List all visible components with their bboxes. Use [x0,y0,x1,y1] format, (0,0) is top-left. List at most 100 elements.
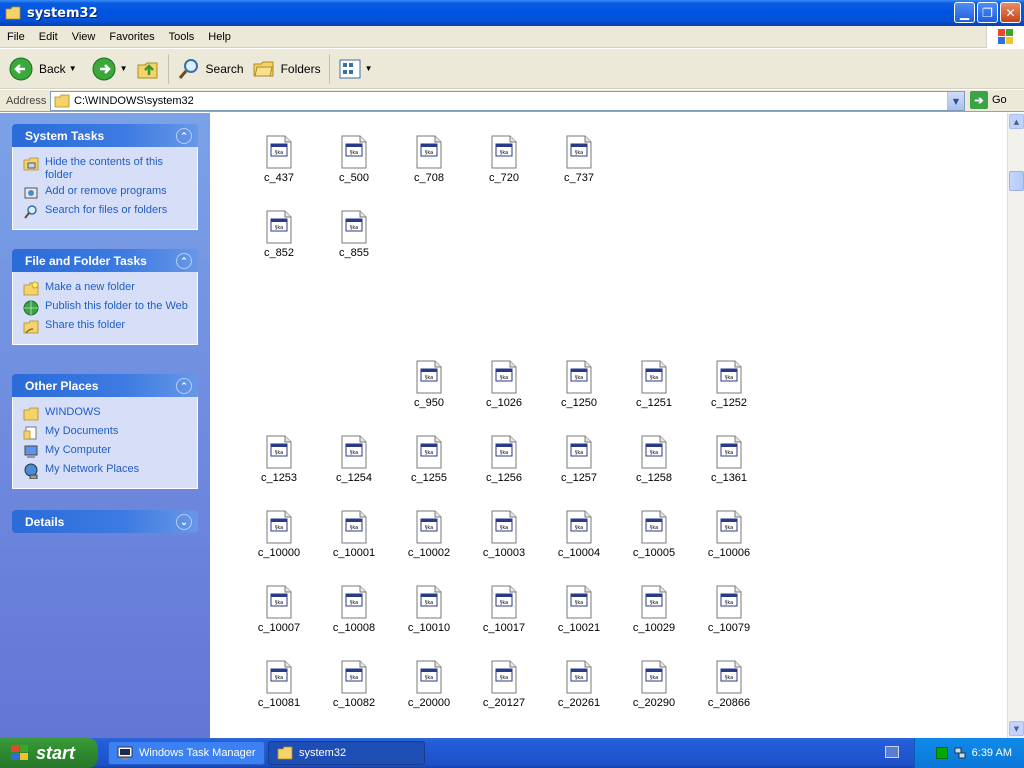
file-item[interactable]: §ka c_10008 [319,585,389,634]
menu-edit[interactable]: Edit [32,31,65,43]
svg-text:§ka: §ka [350,600,358,606]
file-item[interactable]: §ka c_10082 [319,660,389,709]
file-item[interactable]: §ka c_737 [544,135,614,184]
expand-icon[interactable]: ⌄ [176,514,192,530]
file-item[interactable]: §ka c_20261 [544,660,614,709]
file-item[interactable]: §ka c_720 [469,135,539,184]
file-item[interactable]: §ka c_10004 [544,510,614,559]
file-item[interactable]: §ka c_855 [319,210,389,259]
start-button[interactable]: start [0,738,98,768]
file-item[interactable]: §ka c_708 [394,135,464,184]
back-button[interactable]: Back ▼ [4,52,81,86]
file-list-view[interactable]: §ka c_437 §ka c_500 §ka c_708 §ka c_720 §ka c_737… [210,113,1007,738]
file-item[interactable]: §ka c_1253 [244,435,314,484]
file-item[interactable]: §ka c_10006 [694,510,764,559]
file-item[interactable]: §ka c_10017 [469,585,539,634]
file-item[interactable]: §ka c_1251 [619,360,689,409]
file-item[interactable]: §ka c_500 [319,135,389,184]
task-add-remove-programs[interactable]: Add or remove programs [23,185,191,201]
file-item[interactable]: §ka c_10005 [619,510,689,559]
file-folder-tasks-header[interactable]: File and Folder Tasks ⌃ [12,249,198,272]
taskbar-item-task-manager[interactable]: Windows Task Manager [108,741,265,765]
file-item[interactable]: §ka c_950 [394,360,464,409]
menu-file[interactable]: File [0,31,32,43]
file-name: c_950 [414,397,444,409]
file-name: c_20261 [557,697,601,709]
scroll-down-button[interactable]: ▼ [1009,721,1024,736]
place-my-computer[interactable]: My Computer [23,444,191,460]
file-item[interactable]: §ka c_20000 [394,660,464,709]
file-item[interactable]: §ka c_1250 [544,360,614,409]
hide-folder-icon [23,157,39,171]
address-dropdown-button[interactable]: ▼ [947,92,964,110]
taskbar-item-system32[interactable]: system32 [268,741,425,765]
place-windows[interactable]: WINDOWS [23,406,191,422]
collapse-icon[interactable]: ⌃ [176,378,192,394]
address-input[interactable]: C:\WINDOWS\system32 ▼ [50,91,965,111]
file-item[interactable]: §ka c_10021 [544,585,614,634]
file-item[interactable]: §ka c_10079 [694,585,764,634]
file-item[interactable]: §ka c_1256 [469,435,539,484]
file-item[interactable]: §ka c_1361 [694,435,764,484]
task-publish-web[interactable]: Publish this folder to the Web [23,300,191,316]
go-button[interactable]: ➔ Go [970,91,1007,109]
details-header[interactable]: Details ⌄ [12,510,198,533]
back-dropdown-icon[interactable]: ▼ [69,64,77,73]
clock[interactable]: 6:39 AM [972,747,1012,759]
network-tray-icon[interactable] [954,747,966,759]
menu-help[interactable]: Help [201,31,238,43]
other-places-header[interactable]: Other Places ⌃ [12,374,198,397]
scroll-up-button[interactable]: ▲ [1009,114,1024,129]
file-item[interactable]: §ka c_10002 [394,510,464,559]
views-dropdown-icon[interactable]: ▼ [365,64,373,73]
task-label: Share this folder [45,319,126,331]
task-hide-contents[interactable]: Hide the contents of this folder [23,156,191,182]
views-button[interactable]: ▼ [334,52,377,86]
folders-button[interactable]: Folders [248,52,325,86]
file-item[interactable]: §ka c_1026 [469,360,539,409]
task-manager-tray-icon[interactable] [935,747,948,759]
place-my-network-places[interactable]: My Network Places [23,463,191,479]
file-item[interactable]: §ka c_10007 [244,585,314,634]
file-item[interactable]: §ka c_1257 [544,435,614,484]
file-item[interactable]: §ka c_10003 [469,510,539,559]
file-item[interactable]: §ka c_10029 [619,585,689,634]
minimize-button[interactable]: ▁ [954,2,975,23]
file-item[interactable]: §ka c_437 [244,135,314,184]
search-button[interactable]: Search [173,52,248,86]
maximize-button[interactable]: ❐ [977,2,998,23]
file-item[interactable]: §ka c_20290 [619,660,689,709]
task-share-folder[interactable]: Share this folder [23,319,191,335]
up-folder-button[interactable] [132,52,164,86]
file-item[interactable]: §ka c_852 [244,210,314,259]
title-bar[interactable]: system32 ▁ ❐ ✕ [0,0,1024,26]
nls-file-icon: §ka [715,585,743,619]
file-item[interactable]: §ka c_20127 [469,660,539,709]
menu-view[interactable]: View [65,31,103,43]
file-item[interactable]: §ka c_1254 [319,435,389,484]
file-item[interactable]: §ka c_20866 [694,660,764,709]
forward-button[interactable]: ▼ [87,52,132,86]
taskbar-item-label: Windows Task Manager [139,747,256,759]
close-button[interactable]: ✕ [1000,2,1021,23]
file-item[interactable]: §ka c_1252 [694,360,764,409]
vertical-scrollbar[interactable]: ▲ ▼ [1007,113,1024,738]
system-tasks-header[interactable]: System Tasks ⌃ [12,124,198,147]
file-item[interactable]: §ka c_10000 [244,510,314,559]
collapse-icon[interactable]: ⌃ [176,253,192,269]
task-search-files[interactable]: Search for files or folders [23,204,191,220]
file-item[interactable]: §ka c_10001 [319,510,389,559]
place-my-documents[interactable]: My Documents [23,425,191,441]
keyboard-layout-icon[interactable] [885,746,899,758]
menu-tools[interactable]: Tools [162,31,202,43]
scroll-thumb[interactable] [1009,171,1024,191]
file-item[interactable]: §ka c_10081 [244,660,314,709]
collapse-icon[interactable]: ⌃ [176,128,192,144]
file-item[interactable]: §ka c_1258 [619,435,689,484]
system-tray: 6:39 AM [914,738,1024,768]
file-item[interactable]: §ka c_10010 [394,585,464,634]
forward-dropdown-icon[interactable]: ▼ [120,64,128,73]
menu-favorites[interactable]: Favorites [102,31,161,43]
task-new-folder[interactable]: Make a new folder [23,281,191,297]
file-item[interactable]: §ka c_1255 [394,435,464,484]
